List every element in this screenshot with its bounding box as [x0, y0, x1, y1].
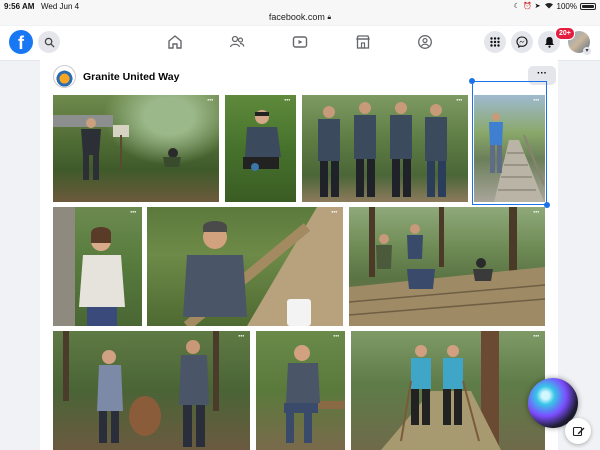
home-icon	[168, 35, 182, 49]
status-time: 9:56 AM	[4, 2, 35, 11]
photo-menu[interactable]: ···	[238, 331, 245, 341]
photo-menu[interactable]: ···	[533, 95, 540, 105]
groups-tab[interactable]	[416, 33, 434, 51]
selection-handle-bottom[interactable]	[544, 202, 550, 208]
messenger-button[interactable]	[511, 31, 533, 53]
gallery-photo[interactable]: ···	[53, 207, 142, 326]
gallery-photo[interactable]: ···	[147, 207, 343, 326]
menu-grid-icon	[490, 37, 500, 47]
edit-pencil-icon	[572, 426, 584, 436]
volunteer-woman-icon	[53, 207, 125, 326]
group-volunteers-icon	[318, 102, 447, 197]
building-boardwalk-icon	[349, 207, 545, 326]
address-bar[interactable]: facebook.com 🔒︎	[0, 11, 600, 25]
photo-menu[interactable]: ···	[207, 95, 214, 105]
photo-menu[interactable]: ···	[284, 95, 291, 105]
photo-menu[interactable]: ···	[456, 95, 463, 105]
status-date: Wed Jun 4	[41, 2, 80, 11]
url-text[interactable]: facebook.com	[269, 12, 325, 22]
gallery-photo[interactable]: ···	[256, 331, 345, 450]
marketplace-icon	[356, 35, 370, 49]
selection-handle-top[interactable]	[469, 78, 475, 84]
photo-menu[interactable]: ···	[331, 207, 338, 217]
photo-gallery: ··· ··· ··· ··· ··· ··· ··· ··· ··· ···	[40, 78, 558, 450]
gallery-photo[interactable]: ···	[474, 95, 545, 202]
battery-icon	[580, 2, 596, 10]
search-button[interactable]	[38, 31, 60, 53]
chevron-down-icon[interactable]: ▾	[583, 47, 591, 55]
page-logo[interactable]	[53, 65, 76, 88]
video-icon	[292, 36, 308, 48]
volunteer-bench-icon	[284, 345, 345, 443]
alarm-icon: ⏰	[522, 3, 532, 10]
photo-menu[interactable]: ···	[533, 207, 540, 217]
lock-icon: 🔒︎	[327, 14, 332, 21]
more-options-button[interactable]: ···	[528, 66, 556, 85]
location-icon: ➤	[534, 3, 541, 10]
photo-menu[interactable]: ···	[130, 207, 137, 217]
volunteer-kneeling-icon	[243, 110, 281, 171]
facebook-logo-icon[interactable]: f	[9, 30, 33, 54]
friends-tab[interactable]	[228, 33, 246, 51]
gallery-photo[interactable]: ···	[225, 95, 296, 202]
gallery-photo[interactable]: ···	[53, 331, 250, 450]
boardwalk-volunteer-icon	[489, 113, 545, 202]
menu-button[interactable]	[484, 31, 506, 53]
photo-menu[interactable]: ···	[533, 331, 540, 341]
home-tab[interactable]	[166, 33, 184, 51]
moon-icon: ☾	[513, 3, 520, 10]
volunteers-rakes-icon	[381, 331, 501, 450]
friends-icon	[229, 35, 245, 48]
facebook-navbar: f ▾	[0, 26, 600, 61]
search-icon	[44, 37, 55, 48]
groups-icon	[418, 35, 432, 49]
gallery-photo[interactable]: ···	[351, 331, 545, 450]
marketplace-tab[interactable]	[354, 33, 372, 51]
gallery-photo[interactable]: ···	[53, 95, 219, 202]
gallery-photo[interactable]: ···	[349, 207, 545, 326]
photo-menu[interactable]: ···	[333, 331, 340, 341]
volunteer-planting-icon	[53, 115, 181, 180]
compose-button[interactable]	[565, 418, 591, 444]
wifi-icon	[544, 1, 554, 11]
messenger-icon	[516, 36, 528, 48]
status-indicators: ☾ ⏰ ➤ 100%	[514, 1, 596, 11]
bell-icon	[544, 37, 554, 48]
gallery-photo[interactable]: ···	[302, 95, 468, 202]
notification-badge: 20+	[555, 27, 575, 40]
page-header: Granite United Way ···	[40, 60, 558, 95]
tree-stump-volunteers-icon	[63, 331, 219, 447]
battery-percent: 100%	[556, 1, 577, 11]
page-title[interactable]: Granite United Way	[83, 71, 179, 83]
volunteer-painting-rail-icon	[183, 207, 343, 326]
video-tab[interactable]	[291, 33, 309, 51]
